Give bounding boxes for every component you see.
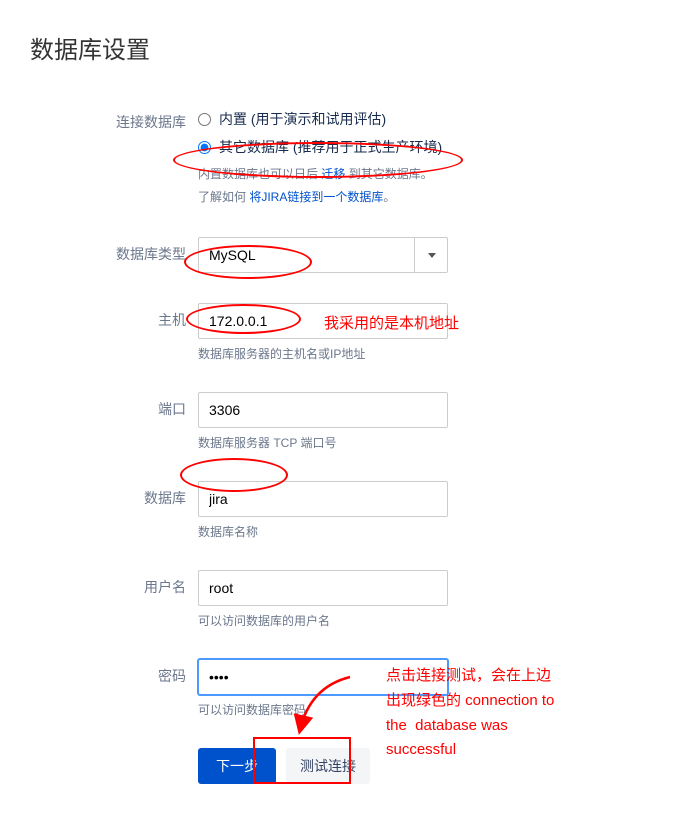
help2-suffix: 。 — [383, 190, 395, 204]
row-username: 用户名 可以访问数据库的用户名 — [30, 570, 651, 629]
input-username[interactable] — [198, 570, 448, 606]
label-host: 主机 — [30, 303, 198, 330]
help1-suffix: 到其它数据库。 — [345, 167, 432, 181]
help1-prefix: 内置数据库也可以日后 — [198, 167, 321, 181]
desc-port: 数据库服务器 TCP 端口号 — [198, 434, 651, 451]
row-host: 主机 数据库服务器的主机名或IP地址 — [30, 303, 651, 362]
label-port: 端口 — [30, 392, 198, 419]
label-database: 数据库 — [30, 481, 198, 508]
input-port[interactable] — [198, 392, 448, 428]
input-password[interactable] — [198, 659, 448, 695]
radio-other[interactable] — [198, 141, 211, 154]
test-connection-button[interactable]: 测试连接 — [286, 748, 370, 784]
label-connect: 连接数据库 — [30, 105, 198, 132]
row-password: 密码 可以访问数据库密码 — [30, 659, 651, 718]
link-migrate[interactable]: 迁移 — [321, 167, 345, 181]
radio-builtin-row[interactable]: 内置 (用于演示和试用评估) — [198, 105, 651, 133]
select-dbtype[interactable] — [198, 237, 448, 273]
label-password: 密码 — [30, 659, 198, 686]
link-jira-db[interactable]: 将JIRA链接到一个数据库 — [249, 190, 383, 204]
radio-other-row[interactable]: 其它数据库 (推荐用于正式生产环境) — [198, 133, 651, 161]
button-row: 下一步 测试连接 — [198, 748, 651, 784]
row-dbtype: 数据库类型 — [30, 237, 651, 273]
help-text-2: 了解如何 将JIRA链接到一个数据库。 — [198, 188, 651, 207]
label-dbtype: 数据库类型 — [30, 237, 198, 264]
input-database[interactable] — [198, 481, 448, 517]
row-connect: 连接数据库 内置 (用于演示和试用评估) 其它数据库 (推荐用于正式生产环境) … — [30, 105, 651, 207]
desc-database: 数据库名称 — [198, 523, 651, 540]
row-database: 数据库 数据库名称 — [30, 481, 651, 540]
select-dbtype-input[interactable] — [198, 237, 448, 273]
next-button[interactable]: 下一步 — [198, 748, 276, 784]
input-host[interactable] — [198, 303, 448, 339]
desc-host: 数据库服务器的主机名或IP地址 — [198, 345, 651, 362]
label-username: 用户名 — [30, 570, 198, 597]
radio-builtin-label: 内置 (用于演示和试用评估) — [219, 109, 386, 129]
radio-other-label: 其它数据库 (推荐用于正式生产环境) — [219, 137, 442, 157]
help-text-1: 内置数据库也可以日后 迁移 到其它数据库。 — [198, 165, 651, 184]
radio-builtin[interactable] — [198, 113, 211, 126]
desc-password: 可以访问数据库密码 — [198, 701, 651, 718]
desc-username: 可以访问数据库的用户名 — [198, 612, 651, 629]
page-title: 数据库设置 — [30, 30, 651, 65]
help2-prefix: 了解如何 — [198, 190, 249, 204]
row-port: 端口 数据库服务器 TCP 端口号 — [30, 392, 651, 451]
